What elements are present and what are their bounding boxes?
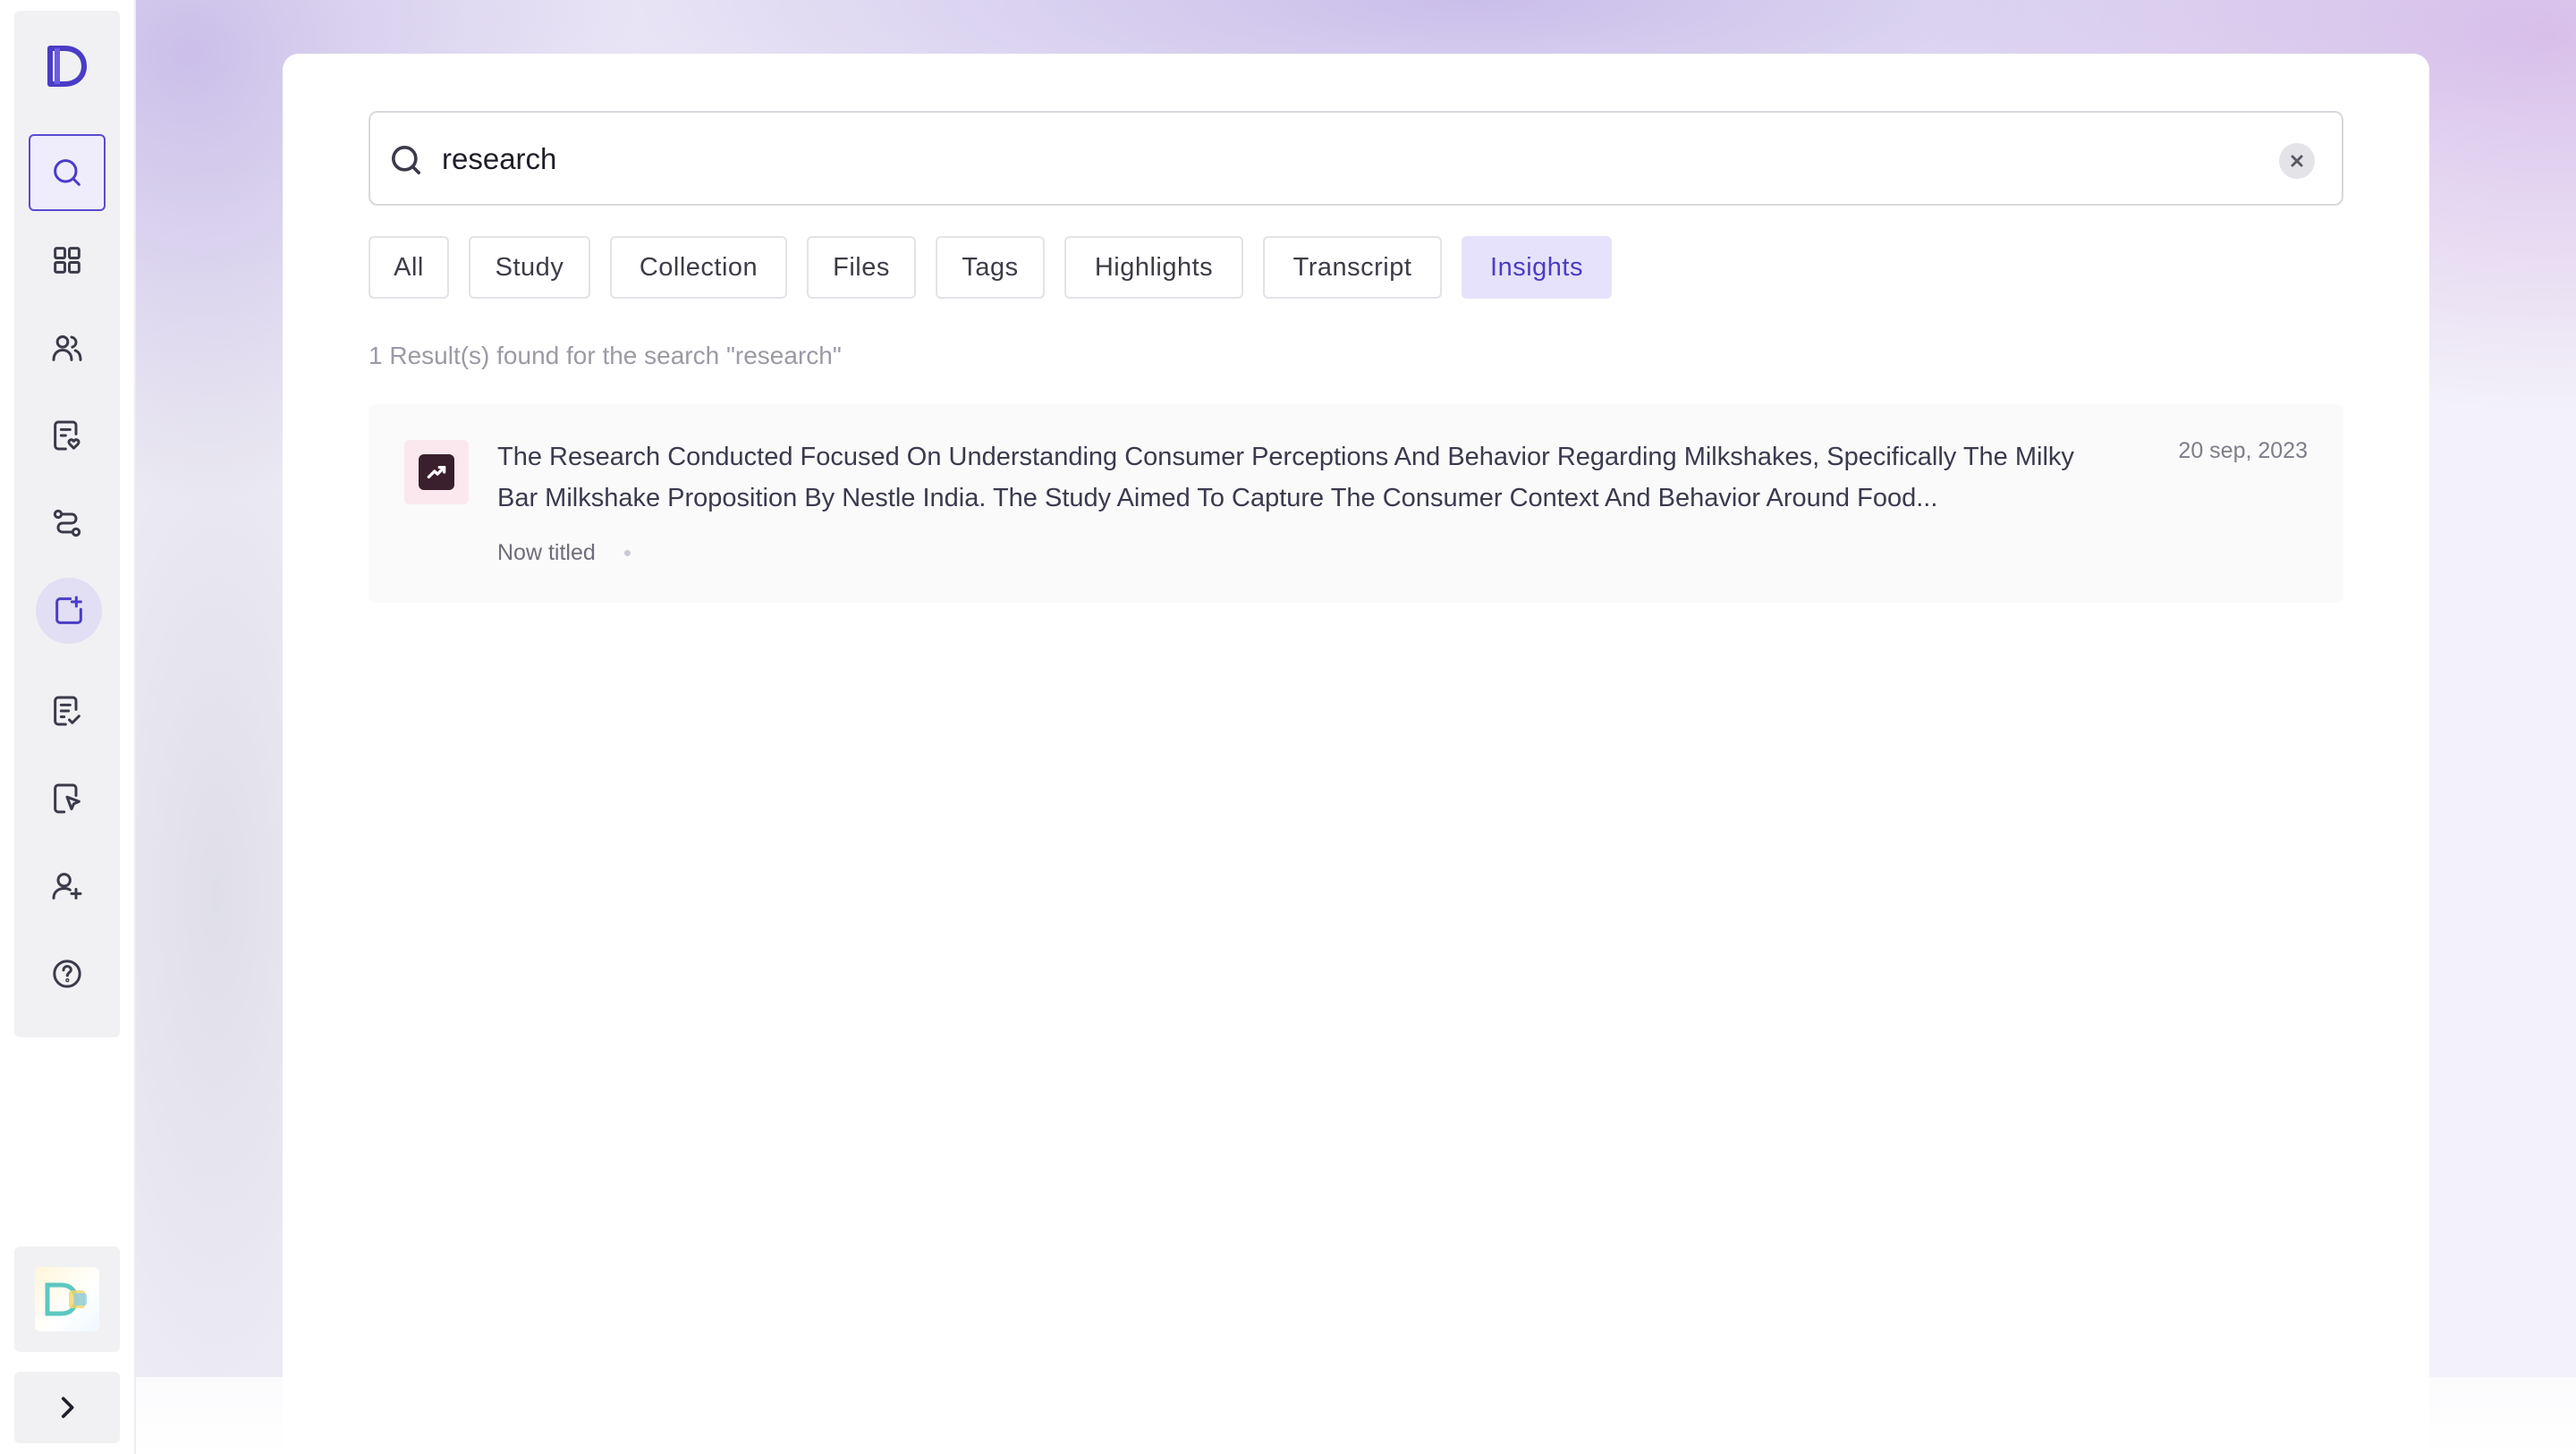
filter-chip-transcript[interactable]: Transcript [1263,236,1442,299]
meta-separator-dot [623,550,631,556]
sidebar-item-invite[interactable] [29,848,106,925]
workspace-logo-icon [45,1282,87,1316]
route-icon [53,509,81,537]
workspace-logo [35,1267,99,1331]
user-plus-icon [52,873,82,900]
result-count: 1 Result(s) found for the search "resear… [369,342,842,369]
close-icon [2291,155,2303,167]
sidebar-divider [134,0,136,1454]
search-input[interactable] [442,131,2231,188]
sidebar-item-new-study[interactable] [36,578,102,644]
filter-chip-insights[interactable]: Insights [1462,236,1612,299]
search-result-item[interactable]: The Research Conducted Focused On Unders… [369,404,2343,603]
sidebar-item-tests[interactable] [29,760,106,837]
logo-icon [47,46,87,87]
chevron-right-icon [61,1397,74,1418]
sidebar-expand-button[interactable] [14,1372,120,1443]
result-date: 20 sep, 2023 [2178,438,2308,463]
filter-chip-collection[interactable]: Collection [610,236,787,299]
help-icon [53,959,81,988]
grid-icon [54,247,80,274]
insight-trend-icon [419,454,454,490]
sidebar-item-dashboard[interactable] [29,222,106,299]
result-meta: Now titled [497,540,631,566]
result-snippet: The Research Conducted Focused On Unders… [497,443,2074,512]
workspace-logo-card[interactable] [14,1247,120,1352]
search-panel: All Study Collection Files Tags Highligh… [283,54,2429,1454]
sidebar-item-documents[interactable] [29,672,106,749]
search-bar[interactable] [369,111,2343,206]
checklist-heart-icon [54,420,80,451]
filter-chip-all[interactable]: All [369,236,449,299]
sidebar-item-search[interactable] [29,134,106,211]
sidebar-item-checklist[interactable] [29,397,106,474]
sidebar-item-journeys[interactable] [29,485,106,562]
filter-chip-tags[interactable]: Tags [936,236,1045,299]
app-logo[interactable] [41,41,91,91]
calendar-plus-icon [55,596,82,624]
search-icon [388,142,424,178]
filter-chip-files[interactable]: Files [807,236,916,299]
search-icon [54,159,80,186]
filter-chip-highlights[interactable]: Highlights [1064,236,1243,299]
document-check-icon [54,696,80,726]
result-type-badge [404,440,469,504]
sidebar-item-help[interactable] [29,935,106,1012]
result-title: Now titled [497,540,596,565]
file-pointer-icon [54,783,80,814]
clear-search-button[interactable] [2279,143,2315,179]
sidebar-item-users[interactable] [29,309,106,386]
filter-chip-study[interactable]: Study [469,236,590,299]
users-icon [52,335,82,361]
